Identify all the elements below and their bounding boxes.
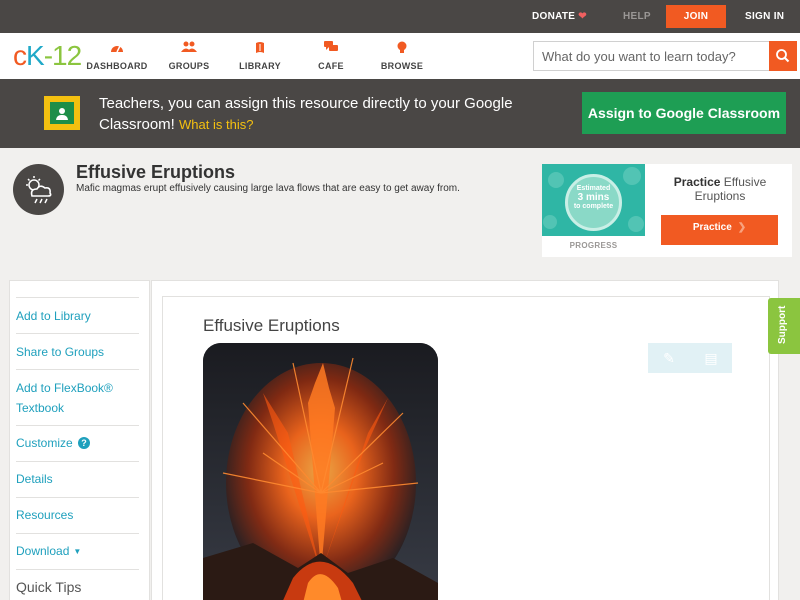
- help-question-icon[interactable]: ?: [78, 437, 91, 449]
- classroom-banner-message: Teachers, you can assign this resource d…: [99, 95, 513, 133]
- search-button[interactable]: [769, 41, 797, 71]
- practice-estimate-graphic: Estimated 3 mins to complete: [542, 164, 645, 236]
- content-card: Effusive Eruptions ✎ ▤: [162, 296, 770, 600]
- details-link[interactable]: Details: [16, 461, 139, 497]
- add-to-library-link[interactable]: Add to Library: [16, 297, 139, 333]
- library-book-icon: [225, 41, 295, 57]
- nav-library-label: LIBRARY: [239, 61, 281, 71]
- volcano-eruption-image: [203, 343, 438, 600]
- practice-button[interactable]: Practice ❯: [661, 215, 778, 245]
- sign-in-link[interactable]: SIGN IN: [745, 0, 784, 33]
- annotation-toolbar: ✎ ▤: [648, 343, 732, 373]
- google-classroom-banner: Teachers, you can assign this resource d…: [0, 79, 800, 148]
- practice-title: Practice Effusive Eruptions: [673, 175, 767, 203]
- lesson-title: Effusive Eruptions: [76, 162, 236, 182]
- nav-dashboard-label: DASHBOARD: [86, 61, 148, 71]
- nav-cafe[interactable]: CAFE: [296, 41, 366, 71]
- download-dropdown[interactable]: Download ▼: [16, 533, 139, 569]
- resource-actions-sidebar: Add to Library Share to Groups Add to Fl…: [9, 280, 150, 600]
- weather-cloud-icon: [13, 164, 64, 215]
- join-button[interactable]: JOIN: [666, 5, 726, 28]
- customize-link[interactable]: Customize ?: [16, 425, 139, 461]
- lesson-description: Mafic magmas erupt effusively causing la…: [76, 183, 460, 194]
- nav-cafe-label: CAFE: [318, 61, 344, 71]
- pencil-icon[interactable]: ✎: [648, 343, 690, 373]
- groups-people-icon: [154, 41, 224, 57]
- assign-google-classroom-button[interactable]: Assign to Google Classroom: [582, 92, 786, 134]
- nav-groups-label: GROUPS: [168, 61, 210, 71]
- top-utility-bar: DONATE ❤ HELP JOIN SIGN IN: [0, 0, 800, 33]
- search-icon: [776, 49, 790, 63]
- what-is-this-link[interactable]: What is this?: [179, 117, 253, 132]
- classroom-banner-text: Teachers, you can assign this resource d…: [99, 93, 519, 135]
- cafe-chat-icon: [296, 41, 366, 57]
- donate-label: DONATE: [532, 11, 576, 22]
- practice-card: Estimated 3 mins to complete PROGRESS Pr…: [542, 164, 792, 257]
- add-to-flexbook-link[interactable]: Add to FlexBook® Textbook: [16, 369, 139, 425]
- support-tab[interactable]: Support: [768, 298, 800, 354]
- dashboard-gauge-icon: [82, 41, 152, 57]
- heart-icon: ❤: [578, 11, 587, 22]
- search-input[interactable]: [533, 41, 770, 71]
- nav-browse[interactable]: BROWSE: [367, 41, 437, 71]
- nav-groups[interactable]: GROUPS: [154, 41, 224, 71]
- chevron-right-icon: ❯: [737, 222, 747, 233]
- nav-library[interactable]: LIBRARY: [225, 41, 295, 71]
- nav-dashboard[interactable]: DASHBOARD: [82, 41, 152, 71]
- share-to-groups-link[interactable]: Share to Groups: [16, 333, 139, 369]
- progress-label: PROGRESS: [569, 241, 618, 250]
- ck12-logo[interactable]: cK-12: [13, 42, 82, 70]
- nav-browse-label: BROWSE: [380, 61, 424, 71]
- content-panel: Effusive Eruptions ✎ ▤: [151, 280, 779, 600]
- donate-link[interactable]: DONATE ❤: [532, 0, 587, 33]
- google-classroom-icon: [44, 96, 80, 130]
- help-link[interactable]: HELP: [623, 0, 651, 33]
- content-title: Effusive Eruptions: [203, 316, 340, 335]
- practice-estimate-text: Estimated 3 mins to complete: [573, 185, 614, 210]
- caret-down-icon: ▼: [73, 547, 82, 556]
- main-nav-bar: cK-12 DASHBOARD GROUPS LIBRARY CAFE BROW…: [0, 33, 800, 79]
- browse-lightbulb-icon: [367, 41, 437, 57]
- notes-icon[interactable]: ▤: [690, 343, 732, 373]
- quick-tips-heading[interactable]: Quick Tips: [16, 569, 139, 600]
- resources-link[interactable]: Resources: [16, 497, 139, 533]
